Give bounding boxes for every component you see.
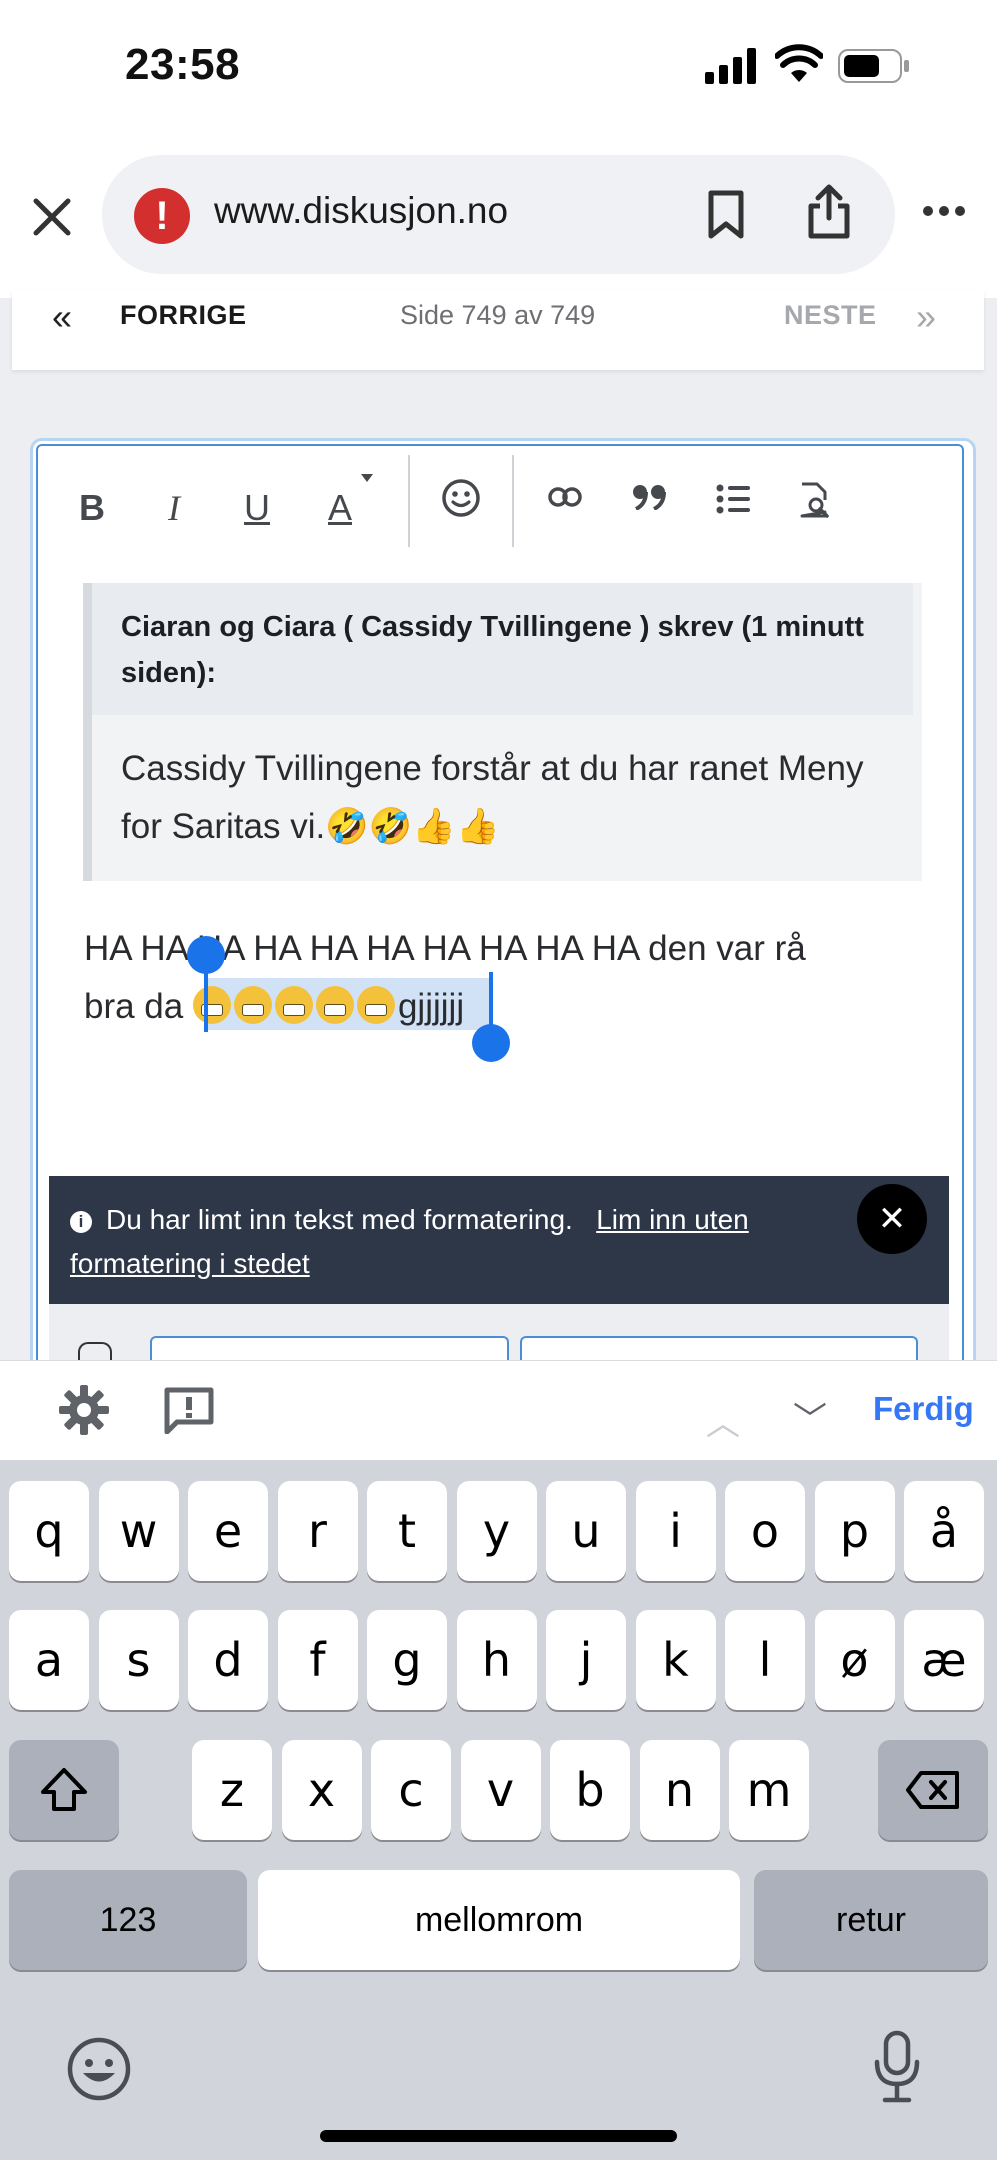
key-l[interactable]: l — [725, 1610, 805, 1710]
message-line-suffix: gjjjjjj — [397, 987, 465, 1026]
grinning-emoji — [233, 986, 272, 1024]
list-icon[interactable] — [716, 484, 750, 514]
key-j[interactable]: j — [546, 1610, 626, 1710]
key-ø[interactable]: ø — [814, 1610, 895, 1710]
selection-start-caret — [204, 972, 208, 1032]
key-i[interactable]: i — [635, 1481, 716, 1581]
key-d[interactable]: d — [188, 1610, 268, 1710]
numbers-key[interactable]: 123 — [9, 1870, 247, 1970]
key-u[interactable]: u — [546, 1481, 626, 1581]
key-c[interactable]: c — [371, 1740, 451, 1840]
next-page-icon[interactable]: » — [916, 296, 936, 338]
shift-key[interactable] — [9, 1740, 119, 1840]
done-button[interactable]: Ferdig — [873, 1390, 974, 1428]
key-b[interactable]: b — [550, 1740, 630, 1840]
key-k[interactable]: k — [635, 1610, 716, 1710]
close-tab-icon[interactable] — [30, 195, 74, 239]
cellular-signal-icon — [705, 48, 756, 84]
home-indicator — [320, 2130, 677, 2142]
key-o[interactable]: o — [725, 1481, 805, 1581]
key-w[interactable]: w — [98, 1481, 179, 1581]
preview-icon[interactable] — [799, 482, 831, 518]
warning-exclamation: ! — [155, 194, 169, 238]
microphone-icon[interactable] — [872, 2030, 922, 2109]
message-line: bra da gjjjjjj — [84, 978, 924, 1036]
bookmark-icon[interactable] — [706, 190, 746, 240]
key-g[interactable]: g — [367, 1610, 447, 1710]
grinning-emoji — [192, 986, 231, 1024]
selection-end-caret — [489, 972, 493, 1032]
info-icon: i — [70, 1211, 92, 1233]
wifi-icon — [775, 44, 823, 82]
italic-button[interactable]: I — [144, 478, 204, 538]
grinning-emoji — [274, 986, 313, 1024]
emoji-picker-icon[interactable] — [441, 478, 481, 518]
selection-start-handle[interactable] — [187, 936, 225, 974]
grinning-emoji — [315, 986, 354, 1024]
key-r[interactable]: r — [277, 1481, 358, 1581]
key-å[interactable]: å — [904, 1481, 984, 1581]
key-e[interactable]: e — [188, 1481, 268, 1581]
message-line-prefix: bra da — [84, 987, 193, 1026]
quote-author: Ciaran og Ciara ( Cassidy Tvillingene ) … — [121, 611, 864, 689]
key-q[interactable]: q — [9, 1481, 89, 1581]
key-h[interactable]: h — [456, 1610, 537, 1710]
backspace-key[interactable] — [878, 1740, 988, 1840]
selection-end-handle[interactable] — [472, 1024, 510, 1062]
battery-icon — [838, 49, 909, 83]
close-notice-button[interactable]: ✕ — [857, 1184, 927, 1254]
share-icon[interactable] — [806, 184, 852, 240]
toolbar-separator — [512, 455, 514, 547]
space-key[interactable]: mellomrom — [258, 1870, 740, 1970]
url-text: www.diskusjon.no — [214, 190, 509, 231]
key-p[interactable]: p — [814, 1481, 895, 1581]
key-f[interactable]: f — [277, 1610, 358, 1710]
quote-button[interactable] — [632, 484, 668, 510]
shift-icon — [41, 1768, 87, 1811]
next-field-icon[interactable]: ﹀ — [793, 1392, 827, 1441]
emoji-keyboard-icon[interactable] — [66, 2036, 132, 2107]
key-n[interactable]: n — [639, 1740, 720, 1840]
key-v[interactable]: v — [460, 1740, 541, 1840]
grinning-emoji-group — [192, 986, 398, 1026]
page-info: Side 749 av 749 — [400, 300, 596, 330]
previous-page-icon[interactable]: « — [52, 296, 72, 338]
dropdown-caret-icon — [361, 474, 373, 482]
key-s[interactable]: s — [98, 1610, 179, 1710]
key-y[interactable]: y — [456, 1481, 537, 1581]
paste-notice-message: Du har limt inn tekst med formatering. — [106, 1204, 573, 1235]
backspace-icon — [906, 1771, 959, 1809]
key-a[interactable]: a — [9, 1610, 89, 1710]
key-æ[interactable]: æ — [904, 1610, 984, 1710]
underline-button[interactable]: U — [227, 478, 287, 538]
text-color-button[interactable]: A — [310, 478, 370, 538]
gear-icon[interactable] — [58, 1384, 110, 1436]
next-page-link[interactable]: NESTE — [784, 300, 877, 331]
key-m[interactable]: m — [729, 1740, 809, 1840]
grinning-emoji — [356, 986, 395, 1024]
paste-notice-text: i Du har limt inn tekst med formatering. … — [70, 1198, 830, 1286]
key-t[interactable]: t — [367, 1481, 447, 1581]
link-icon[interactable] — [548, 486, 582, 508]
previous-page-link[interactable]: FORRIGE — [120, 300, 247, 331]
key-z[interactable]: z — [192, 1740, 272, 1840]
keyboard-accessory-bar — [0, 1360, 997, 1461]
key-x[interactable]: x — [281, 1740, 362, 1840]
return-key[interactable]: retur — [754, 1870, 988, 1970]
quote-text: Cassidy Tvillingene forstår at du har ra… — [121, 749, 864, 846]
feedback-icon[interactable] — [163, 1386, 215, 1434]
previous-field-icon[interactable]: ︿ — [706, 1396, 740, 1445]
toolbar-separator — [408, 455, 410, 547]
more-options-icon[interactable] — [922, 205, 966, 217]
bold-button[interactable]: B — [62, 478, 122, 538]
status-time: 23:58 — [125, 40, 241, 89]
